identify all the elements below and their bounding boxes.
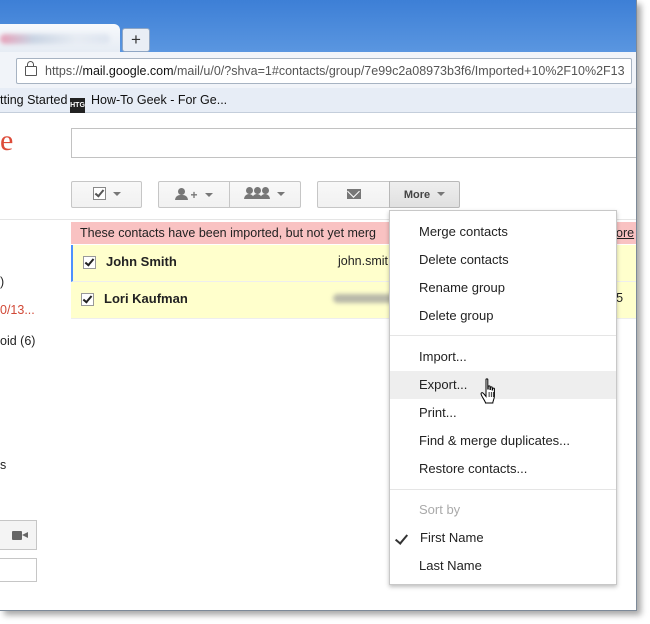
new-tab-button[interactable]: + [122,28,150,52]
banner-link[interactable]: ore [616,222,634,244]
chevron-down-icon [112,192,121,196]
nav-item[interactable]: s [0,458,6,472]
search-input[interactable] [71,128,636,158]
menu-item-label: Delete contacts [419,252,509,267]
menu-item-restore-contacts[interactable]: Restore contacts... [390,455,616,483]
checkbox-icon [92,187,106,200]
bookmark-label: How-To Geek - For Ge... [91,93,228,107]
url-path: /mail/u/0/?shva=1#contacts/group/7e99c2a… [173,64,625,78]
email-button[interactable] [317,181,390,208]
menu-item-label: Last Name [419,558,482,573]
video-call-button[interactable] [0,520,37,550]
menu-item-label: Merge contacts [419,224,508,239]
row-checkbox[interactable] [81,293,94,306]
add-person-icon [175,188,189,200]
row-checkbox[interactable] [83,256,96,269]
chevron-down-icon [204,193,213,197]
menu-item-merge-contacts[interactable]: Merge contacts [390,218,616,246]
menu-item-label: Export... [419,377,468,392]
url-host: mail.google.com [82,64,174,78]
menu-item-label: Print... [419,405,457,420]
menu-item-print[interactable]: Print... [390,399,616,427]
groups-button[interactable] [229,181,301,208]
contact-name: John Smith [106,254,177,269]
menu-item-delete-group[interactable]: Delete group [390,302,616,330]
gmail-logo: e [0,124,14,157]
envelope-icon [346,189,361,199]
chevron-down-icon [437,192,446,196]
menu-item-import[interactable]: Import... [390,343,616,371]
url-scheme: https:// [45,64,83,78]
menu-item-delete-contacts[interactable]: Delete contacts [390,246,616,274]
menu-item-label: First Name [420,530,484,545]
bookmarks-bar: tting Started HTG How-To Geek - For Ge... [0,88,636,113]
menu-item-label: Delete group [419,308,494,323]
banner-text: These contacts have been imported, but n… [80,226,377,240]
nav-item[interactable]: ) [0,275,4,289]
select-checkbox-button[interactable] [71,181,142,208]
menu-item-label: Sort by [419,502,461,517]
checkmark-icon [394,531,409,545]
more-label: More [403,189,431,201]
menu-separator [390,335,616,336]
lock-icon [25,61,37,76]
menu-heading-sort-by: Sort by [390,496,616,524]
browser-toolbar: https://mail.google.com/mail/u/0/?shva=1… [0,52,636,89]
menu-item-sort-last-name[interactable]: Last Name [390,552,616,580]
hand-cursor-icon [480,378,495,404]
chat-search-input[interactable] [0,558,37,582]
bookmark-howtogeek[interactable]: HTG How-To Geek - For Ge... [70,88,227,113]
contact-email: john.smit [338,254,389,268]
menu-item-find-merge-duplicates[interactable]: Find & merge duplicates... [390,427,616,455]
bookmark-getting-started[interactable]: tting Started [0,88,67,112]
menu-item-label: Restore contacts... [419,461,528,476]
browser-window: + https://mail.google.com/mail/u/0/?shva… [0,0,637,611]
menu-item-label: Find & merge duplicates... [419,433,571,448]
add-contact-button[interactable]: + [158,181,230,208]
group-icon [243,187,270,199]
more-button[interactable]: More [389,181,460,208]
blurred-tab-title [0,34,110,44]
contact-name: Lori Kaufman [104,291,188,306]
menu-item-label: Rename group [419,280,505,295]
htg-favicon-icon: HTG [70,98,85,113]
more-dropdown-menu: Merge contacts Delete contacts Rename gr… [389,210,617,585]
address-bar[interactable]: https://mail.google.com/mail/u/0/?shva=1… [16,58,632,84]
menu-separator [390,489,616,490]
menu-item-export[interactable]: Export... [390,371,616,399]
menu-item-rename-group[interactable]: Rename group [390,274,616,302]
menu-item-label: Import... [419,349,467,364]
nav-item-android[interactable]: oid (6) [0,334,35,348]
nav-item-imported[interactable]: 0/13... [0,303,35,317]
video-camera-icon [12,531,28,540]
menu-item-sort-first-name[interactable]: First Name [390,524,616,552]
chevron-down-icon [276,192,285,196]
tab-strip: + [0,0,636,52]
browser-tab[interactable] [0,24,120,52]
